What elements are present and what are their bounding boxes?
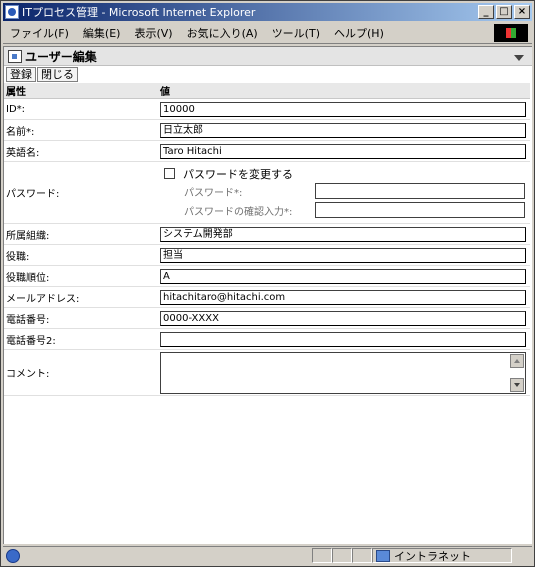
zone-panel: イントラネット [372,548,512,563]
ie-window: ITプロセス管理 - Microsoft Internet Explorer _… [0,0,535,567]
table-row: ID*: 10000 [4,98,530,120]
minimize-button[interactable]: _ [478,5,494,19]
ie-app-icon[interactable] [5,5,19,19]
column-header-attribute: 属性 [4,83,158,99]
table-row: パスワード: パスワードを変更する パスワード*: パスワードの確認入力*: [4,161,530,224]
scroll-up-icon[interactable] [510,353,524,368]
menu-edit[interactable]: 編集(E) [76,25,128,41]
table-row: 名前*: 日立太郎 [4,119,530,141]
table-header-row: 属性 値 [4,83,530,99]
table-row: 電話番号2: [4,328,530,350]
name-field[interactable]: 日立太郎 [160,122,526,138]
phone2-label: 電話番号2: [4,328,158,350]
position-label: 役職: [4,244,158,266]
ie-status-icon [6,548,20,563]
comment-label: コメント: [4,349,158,396]
close-button[interactable]: × [514,5,530,19]
phone-label: 電話番号: [4,307,158,329]
intranet-zone-icon [376,549,390,562]
scroll-down-icon[interactable] [510,377,524,392]
change-password-label: パスワードを変更する [183,167,293,181]
change-password-checkbox[interactable] [164,168,175,179]
id-label: ID*: [4,98,158,120]
confirm-password-field[interactable] [315,202,525,218]
windows-logo-icon [494,24,528,42]
position-rank-field[interactable]: A [160,268,526,284]
table-row: 英語名: Taro Hitachi [4,140,530,162]
close-page-button[interactable]: 閉じる [37,67,78,82]
column-header-value: 値 [158,83,530,99]
email-label: メールアドレス: [4,286,158,308]
window-controls: _ □ × [476,5,530,19]
phone2-field[interactable] [160,331,526,347]
change-password-option: パスワードを変更する [164,166,528,182]
menu-file[interactable]: ファイル(F) [3,25,76,41]
user-edit-icon [8,49,22,63]
table-row: 役職順位: A [4,265,530,287]
email-field[interactable]: hitachitaro@hitachi.com [160,289,526,305]
new-password-label: パスワード*: [184,187,243,199]
comment-textarea[interactable] [160,351,526,394]
user-attributes-table: 属性 値 ID*: 10000 名前*: 日立太郎 英語名: Taro Hita… [4,83,530,396]
menu-tools[interactable]: ツール(T) [265,25,327,41]
english-name-field[interactable]: Taro Hitachi [160,143,526,159]
position-rank-label: 役職順位: [4,265,158,287]
table-row: コメント: [4,349,530,396]
position-field[interactable]: 担当 [160,247,526,263]
title-bar[interactable]: ITプロセス管理 - Microsoft Internet Explorer _… [3,3,532,21]
zone-label: イントラネット [394,549,471,563]
collapse-arrow-icon[interactable] [514,55,524,61]
status-bar: イントラネット [3,546,532,564]
menu-view[interactable]: 表示(V) [127,25,179,41]
page-toolbar: 登録 閉じる [4,66,532,83]
status-panel [352,548,372,563]
new-password-field[interactable] [315,183,525,199]
page-content: ユーザー編集 登録 閉じる 属性 値 ID*: 10000 名前*: 日立太郎 … [3,46,532,544]
page-header: ユーザー編集 [4,47,532,66]
menu-bar: ファイル(F) 編集(E) 表示(V) お気に入り(A) ツール(T) ヘルプ(… [3,23,532,44]
page-title: ユーザー編集 [25,49,97,64]
register-button[interactable]: 登録 [6,67,36,82]
menu-favorites[interactable]: お気に入り(A) [180,25,265,41]
password-line: パスワード*: [160,182,528,201]
confirm-password-label: パスワードの確認入力*: [184,206,293,218]
window-title: ITプロセス管理 - Microsoft Internet Explorer [22,6,256,19]
status-panel [332,548,352,563]
table-row: メールアドレス: hitachitaro@hitachi.com [4,286,530,308]
menu-help[interactable]: ヘルプ(H) [327,25,391,41]
table-row: 電話番号: 0000-XXXX [4,307,530,329]
password-confirm-line: パスワードの確認入力*: [160,201,528,220]
password-label: パスワード: [4,161,158,224]
maximize-button[interactable]: □ [496,5,512,19]
english-name-label: 英語名: [4,140,158,162]
department-field[interactable]: システム開発部 [160,226,526,242]
id-field[interactable]: 10000 [160,101,526,117]
table-row: 役職: 担当 [4,244,530,266]
status-panel [22,548,312,563]
department-label: 所属組織: [4,223,158,245]
table-row: 所属組織: システム開発部 [4,223,530,245]
phone-field[interactable]: 0000-XXXX [160,310,526,326]
status-panel [312,548,332,563]
name-label: 名前*: [4,119,158,141]
